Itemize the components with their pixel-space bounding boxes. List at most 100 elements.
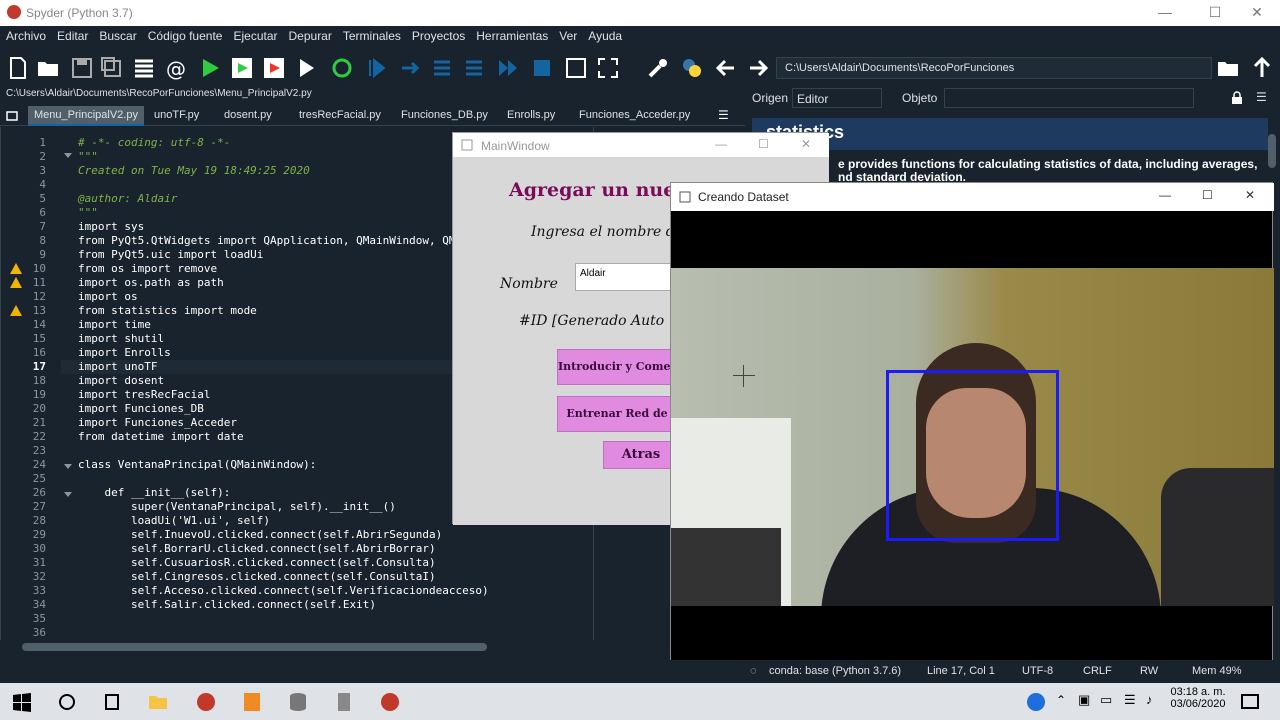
start-capture-button[interactable]: Introducir y Comenzar (557, 349, 677, 385)
step-return-icon[interactable] (462, 56, 486, 80)
origen-select[interactable]: Editor (792, 88, 882, 108)
fold-arrow-icon[interactable] (64, 464, 72, 469)
notifications-icon[interactable] (1240, 692, 1260, 712)
conda-env-status: conda: base (Python 3.7.6) (769, 665, 902, 677)
menu-ayuda[interactable]: Ayuda (582, 26, 627, 43)
fold-arrow-icon[interactable] (64, 153, 72, 158)
battery-icon[interactable]: ▭ (1100, 692, 1112, 708)
python-app-icon[interactable] (334, 692, 354, 712)
database-icon[interactable] (288, 692, 308, 712)
rerun-icon[interactable] (330, 56, 354, 80)
tab-options-icon[interactable]: ☰ (718, 108, 729, 122)
wifi-icon[interactable]: ☰ (1124, 692, 1136, 708)
run-cell-advance-icon[interactable] (262, 56, 286, 80)
minimize-button[interactable]: — (1142, 0, 1188, 26)
help-options-icon[interactable]: ☰ (1256, 90, 1267, 104)
spyder-taskbar-icon[interactable] (196, 692, 216, 712)
menu-proyectos[interactable]: Proyectos (406, 26, 470, 43)
close-button[interactable]: ✕ (1234, 0, 1280, 26)
tab-tresrecfacial[interactable]: tresRecFacial.py (293, 106, 387, 126)
face-detection-box (886, 370, 1059, 541)
objeto-input[interactable] (944, 88, 1194, 108)
line-number: 22 (32, 430, 46, 443)
menu-buscar[interactable]: Buscar (93, 26, 141, 43)
python-path-icon[interactable] (680, 56, 704, 80)
browse-folder-icon[interactable] (1216, 56, 1240, 80)
minimize-button[interactable]: — (715, 137, 727, 151)
forward-arrow-icon[interactable] (746, 56, 770, 80)
help-icon[interactable] (1026, 692, 1046, 712)
maximize-button[interactable]: ☐ (758, 137, 769, 151)
search-icon[interactable] (57, 692, 77, 712)
maximize-button[interactable]: ☐ (1202, 188, 1213, 202)
save-all-icon[interactable] (100, 56, 124, 80)
tab-funciones-acceder[interactable]: Funciones_Acceder.py (573, 106, 696, 126)
preferences-wrench-icon[interactable] (646, 56, 670, 80)
menu-depurar[interactable]: Depurar (283, 26, 337, 43)
save-icon[interactable] (70, 56, 94, 80)
menu-archivo[interactable]: Archivo (0, 26, 51, 43)
code-line: from PyQt5.uic import loadUi (78, 248, 264, 261)
code-line: import dosent (78, 374, 165, 387)
minimize-button[interactable]: — (1159, 188, 1171, 202)
step-into-icon[interactable] (430, 56, 454, 80)
menu-herramientas[interactable]: Herramientas (470, 26, 553, 43)
tab-funciones-db[interactable]: Funciones_DB.py (395, 106, 494, 126)
at-icon[interactable]: @ (164, 56, 188, 80)
nombre-input[interactable]: Aldair (575, 263, 685, 291)
line-gutter: 1 2 3 4 5 6 7 8 9 10 11 12 13 14 15 16 17 18 19 20 21 22 23 24 2… (1, 127, 61, 640)
open-folder-icon[interactable] (36, 56, 60, 80)
new-file-icon[interactable] (6, 56, 30, 80)
spyder-window-icon[interactable] (380, 692, 400, 712)
line-number: 3 (39, 164, 46, 177)
continue-icon[interactable] (496, 56, 520, 80)
train-network-button[interactable]: Entrenar Red de (557, 396, 677, 432)
tab-menu-principalv2[interactable]: Menu_PrincipalV2.py (28, 106, 144, 126)
step-icon[interactable] (398, 56, 422, 80)
fold-arrow-icon[interactable] (64, 492, 72, 497)
browse-tabs-icon[interactable] (6, 110, 18, 122)
run-icon[interactable] (198, 56, 222, 80)
name-prompt: Ingresa el nombre d (531, 224, 675, 240)
back-arrow-icon[interactable] (714, 56, 738, 80)
volume-icon[interactable]: ♪ (1146, 692, 1153, 707)
close-button[interactable]: ✕ (801, 137, 811, 151)
windows-start-icon[interactable] (12, 692, 32, 712)
chevron-up-icon[interactable]: ⌃ (1056, 693, 1066, 707)
fullscreen-icon[interactable] (596, 56, 620, 80)
maximize-pane-icon[interactable] (564, 56, 588, 80)
camera-window-titlebar: Creando Dataset — ☐ ✕ (671, 183, 1274, 211)
task-view-icon[interactable] (102, 692, 122, 712)
menu-editar[interactable]: Editar (51, 26, 93, 43)
parent-directory-icon[interactable] (1250, 56, 1274, 80)
document-app-icon[interactable] (242, 692, 262, 712)
file-explorer-icon[interactable] (148, 692, 168, 712)
help-text: e provides functions for calculating sta… (752, 158, 1268, 184)
clock[interactable]: 03:18 a. m. 03/06/2020 (1168, 686, 1228, 710)
line-number: 18 (32, 374, 46, 387)
tab-enrolls[interactable]: Enrolls.py (501, 106, 561, 126)
back-button[interactable]: Atras (603, 441, 679, 469)
tab-unotf[interactable]: unoTF.py (148, 106, 205, 126)
window-app-icon (461, 139, 473, 151)
line-number: 8 (39, 234, 46, 247)
tab-dosent[interactable]: dosent.py (218, 106, 278, 126)
menu-ver[interactable]: Ver (553, 26, 582, 43)
run-selection-icon[interactable] (296, 56, 320, 80)
debug-icon[interactable] (364, 56, 388, 80)
lock-icon[interactable] (1230, 91, 1244, 105)
list-icon[interactable] (132, 56, 156, 80)
scrollbar-thumb[interactable] (22, 643, 487, 651)
menu-terminales[interactable]: Terminales (337, 26, 406, 43)
code-line: from statistics import mode (78, 304, 257, 317)
close-button[interactable]: ✕ (1245, 188, 1255, 202)
run-cell-icon[interactable] (230, 56, 254, 80)
menu-codigo-fuente[interactable]: Código fuente (142, 26, 228, 43)
working-directory-input[interactable]: C:\Users\Aldair\Documents\RecoPorFuncion… (776, 57, 1212, 79)
maximize-button[interactable]: ☐ (1192, 0, 1238, 26)
menu-ejecutar[interactable]: Ejecutar (227, 26, 282, 43)
code-line: """ (78, 206, 98, 219)
editor-horizontal-scrollbar[interactable] (0, 640, 745, 654)
stop-icon[interactable] (530, 56, 554, 80)
network-icon[interactable]: ▣ (1078, 692, 1090, 708)
